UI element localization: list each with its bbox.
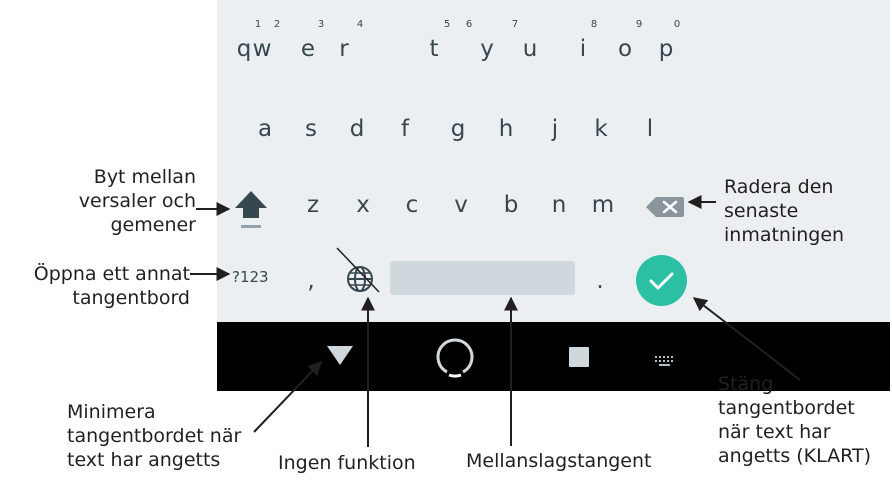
annotation-line: text har angetts	[67, 449, 221, 471]
shift-annotation: Byt mellan versaler och gemener	[46, 165, 196, 237]
symbols-annotation: Öppna ett annat	[4, 262, 190, 286]
annotation-line: Öppna ett annat	[33, 263, 190, 285]
annotation-line: när text har	[718, 421, 831, 443]
annotation-line: Byt mellan	[93, 166, 196, 188]
annotation-line: Radera den	[724, 176, 834, 198]
space-annotation: Mellanslagstangent	[466, 450, 652, 472]
close-annotation: Stäng tangentbordet när text har angetts…	[718, 372, 871, 468]
annotation-line: Stäng	[718, 373, 774, 395]
annotation-line: versaler och	[78, 190, 196, 212]
annotation-line: Minimera	[67, 401, 156, 423]
annotation-line: angetts (KLART)	[718, 445, 872, 467]
symbols-annotation-2: tangentbord	[30, 286, 190, 310]
delete-annotation: Radera den senaste inmatningen	[724, 175, 844, 247]
annotation-line: tangentbordet	[718, 397, 855, 419]
annotation-line: tangentbord	[72, 287, 190, 309]
no-function-annotation: Ingen funktion	[278, 452, 416, 474]
annotation-line: gemener	[110, 214, 197, 236]
minimize-annotation: Minimera tangentbordet när text har ange…	[60, 400, 275, 472]
annotation-line: senaste	[724, 200, 799, 222]
annotation-line: inmatningen	[724, 224, 845, 246]
annotation-line: tangentbordet när	[67, 425, 242, 447]
